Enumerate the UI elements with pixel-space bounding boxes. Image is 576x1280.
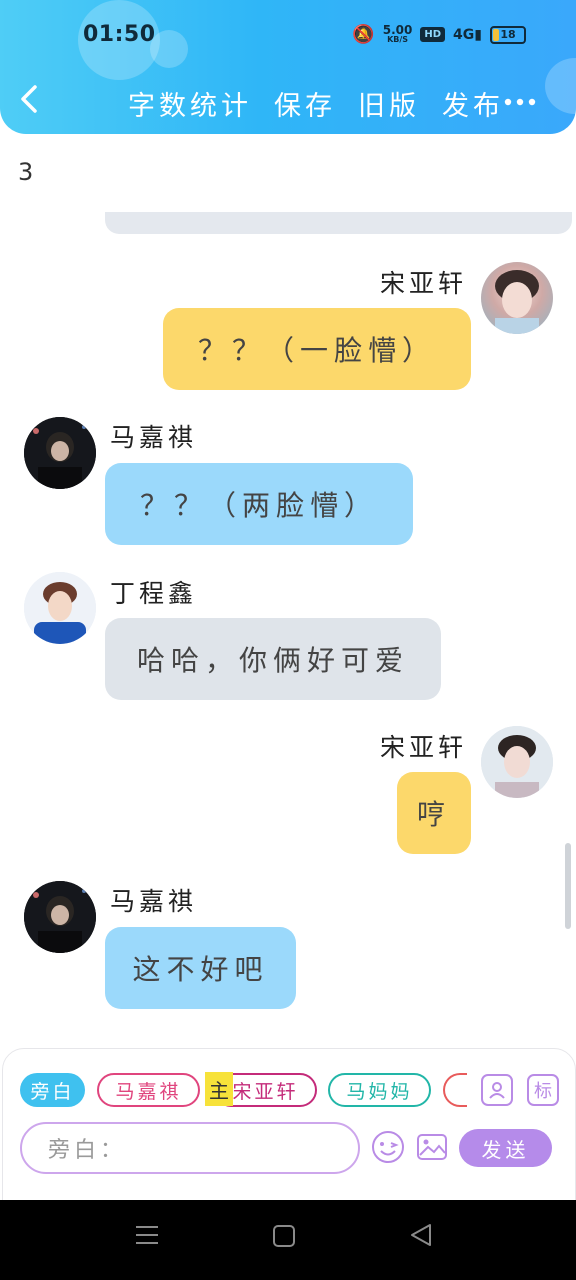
top-header: 01:50 🔕 5.00 KB/S HD 4G▮ 18 字数统计 保存 旧版 发… (0, 0, 576, 134)
avatar[interactable] (24, 417, 96, 489)
emoji-icon[interactable] (371, 1130, 405, 1164)
back-triangle-icon[interactable] (408, 1222, 434, 1255)
home-square-icon[interactable] (272, 1222, 296, 1255)
status-icons: 🔕 5.00 KB/S HD 4G▮ 18 (352, 24, 526, 45)
battery-level: 18 (500, 27, 516, 41)
message-bubble: ？？（两脸懵） (105, 463, 413, 545)
avatar[interactable] (481, 726, 553, 798)
speaker-name: 宋亚轩 (380, 269, 468, 298)
previous-bubble-fragment (105, 212, 572, 234)
hd-badge: HD (420, 27, 446, 42)
net-speed: 5.00 KB/S (382, 22, 413, 45)
speaker-name: 马嘉祺 (110, 887, 198, 916)
save-button[interactable]: 保存 (274, 84, 336, 123)
avatar[interactable] (24, 572, 96, 644)
image-icon[interactable] (415, 1130, 449, 1164)
battery-icon: 18 (490, 25, 526, 44)
speaker-name: 马嘉祺 (110, 423, 198, 452)
menu-icon[interactable] (134, 1222, 160, 1255)
net-speed-value: 5.00 (382, 22, 413, 37)
message-bubble: 哼 (397, 772, 471, 854)
net-speed-unit: KB/S (387, 34, 409, 44)
system-nav-bar (0, 1200, 576, 1280)
old-version-button[interactable]: 旧版 (358, 84, 420, 123)
main-role-tag: 主 (205, 1072, 233, 1106)
role-chip-narration[interactable]: 旁白 (20, 1073, 85, 1107)
mute-bell-icon: 🔕 (352, 24, 375, 45)
more-dots-icon[interactable] (504, 84, 536, 112)
publish-button[interactable]: 发布 (442, 84, 504, 123)
message-bubble: ？？（一脸懵） (163, 308, 471, 390)
decor-bubble (150, 30, 188, 68)
stray-text: 3 (18, 158, 34, 186)
message-bubble: 哈哈，你俩好可爱 (105, 618, 441, 700)
tag-button[interactable]: 标 (527, 1074, 559, 1106)
avatar[interactable] (24, 881, 96, 953)
header-actions: 字数统计 保存 旧版 发布 (128, 84, 504, 123)
avatar[interactable] (481, 262, 553, 334)
send-button[interactable]: 发送 (459, 1129, 552, 1167)
role-chip-ma-mama[interactable]: 马妈妈 (328, 1073, 431, 1107)
word-count-button[interactable]: 字数统计 (128, 84, 252, 123)
message-bubble: 这不好吧 (105, 927, 296, 1009)
signal-label: 4G (453, 26, 475, 43)
person-card-icon[interactable] (481, 1074, 513, 1106)
role-chip-ma-jiaqi[interactable]: 马嘉祺 (97, 1073, 200, 1107)
decor-bubble (545, 58, 576, 114)
status-time: 01:50 (83, 22, 156, 47)
speaker-name: 宋亚轩 (380, 733, 468, 762)
back-icon[interactable] (18, 84, 40, 121)
scrollbar[interactable] (565, 843, 571, 929)
input-placeholder: 旁白： (48, 1138, 127, 1163)
signal-icon: 4G▮ (453, 26, 482, 43)
message-input[interactable]: 旁白： (20, 1122, 360, 1174)
speaker-name: 丁程鑫 (110, 579, 198, 608)
